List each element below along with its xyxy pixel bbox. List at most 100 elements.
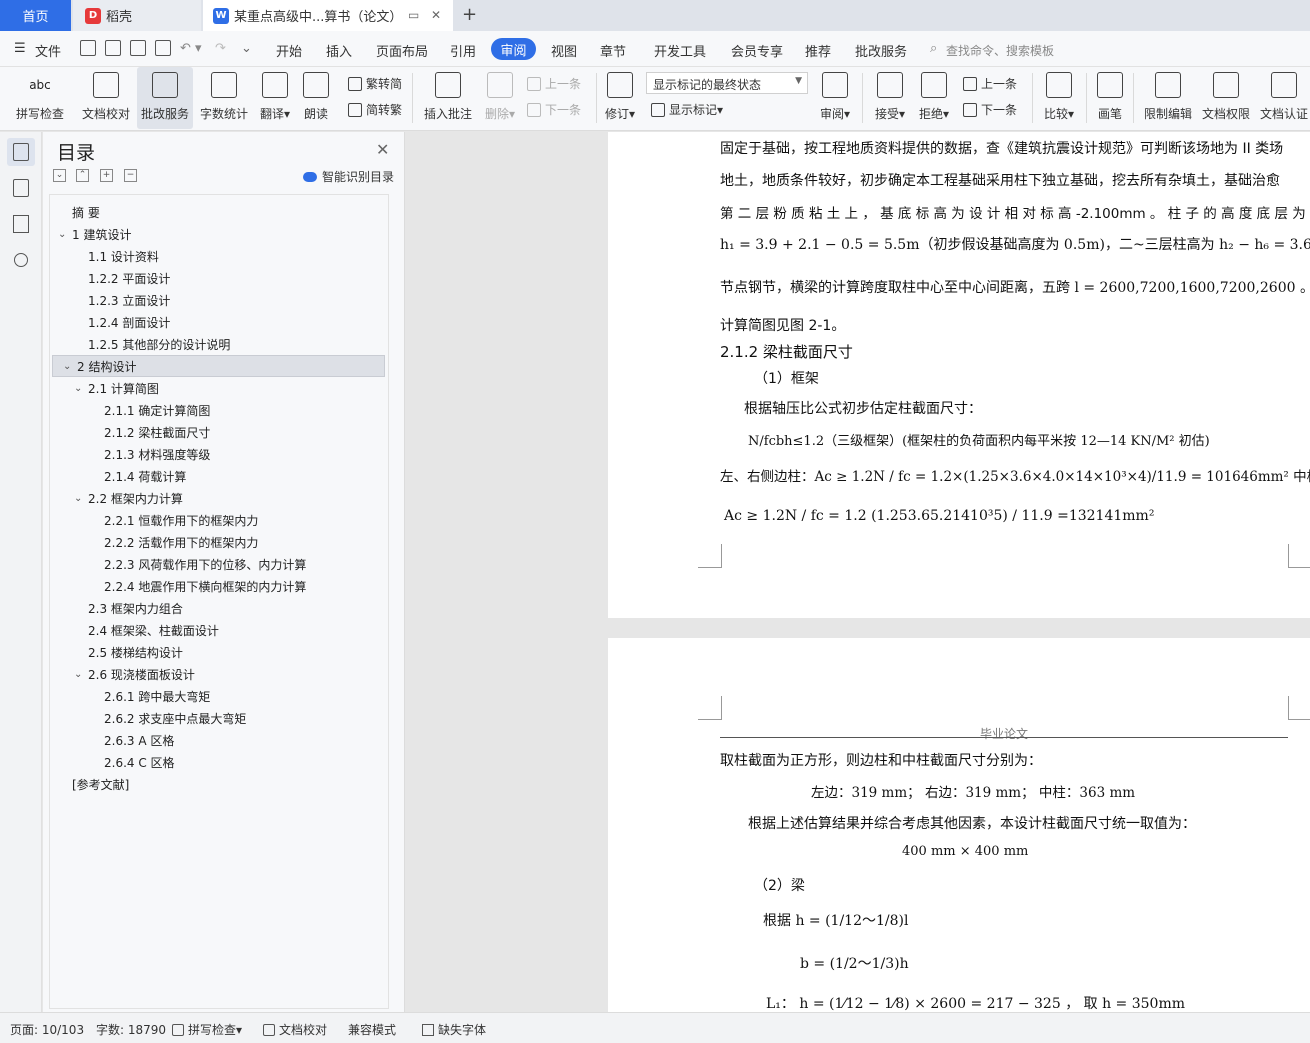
tab-home[interactable]: 首页 xyxy=(0,0,71,31)
toc-item[interactable]: 2.2.4 地震作用下横向框架的内力计算 xyxy=(50,575,306,597)
toc-item[interactable]: 2.6.4 C 区格 xyxy=(50,751,175,773)
toc-item[interactable]: 1.1 设计资料 xyxy=(50,245,159,267)
spell-check-button[interactable]: abc 拼写检查 xyxy=(10,67,70,129)
revise-button[interactable]: 修订▾ xyxy=(601,67,639,129)
doc-cert-button[interactable]: 文档认证 xyxy=(1258,67,1310,129)
print-preview-icon[interactable] xyxy=(155,40,171,56)
missing-font[interactable]: 缺失字体 xyxy=(422,1021,486,1038)
toc-item[interactable]: 1.2.3 立面设计 xyxy=(50,289,170,311)
hamburger-icon[interactable]: ☰ xyxy=(14,41,26,56)
status-doc-proof[interactable]: 文档校对 xyxy=(263,1021,327,1038)
next-change-button[interactable]: 下一条 xyxy=(963,101,1017,118)
add-item-icon[interactable]: + xyxy=(100,169,113,182)
toc-item[interactable]: ⌄ 2.1 计算简图 xyxy=(50,377,159,399)
markup-state-select[interactable]: 显示标记的最终状态 ▼ xyxy=(646,72,808,94)
to-simplified-button[interactable]: 繁转简 xyxy=(348,75,402,92)
menu-correction[interactable]: 批改服务 xyxy=(855,41,907,60)
next-comment-button[interactable]: 下一条 xyxy=(527,101,581,118)
toc-item[interactable]: 2.2.2 活载作用下的框架内力 xyxy=(50,531,258,553)
chapter-nav-button[interactable] xyxy=(7,174,35,202)
toc-item[interactable]: 1.2.2 平面设计 xyxy=(50,267,170,289)
menu-view[interactable]: 视图 xyxy=(551,41,577,60)
new-tab-icon[interactable]: + xyxy=(462,4,477,25)
delete-comment-button[interactable]: 删除▾ xyxy=(481,67,519,129)
show-markup-button[interactable]: 显示标记 ▾ xyxy=(651,101,723,118)
document-page[interactable]: 固定于基础，按工程地质资料提供的数据，查《建筑抗震设计规范》可判断该场地为 II… xyxy=(608,132,1310,618)
menu-review[interactable]: 审阅 xyxy=(491,38,536,60)
toc-item[interactable]: 1.2.4 剖面设计 xyxy=(50,311,170,333)
redo-icon[interactable]: ↷ xyxy=(215,41,226,56)
prev-comment-button[interactable]: 上一条 xyxy=(527,75,581,92)
remove-item-icon[interactable]: − xyxy=(124,169,137,182)
menu-references[interactable]: 引用 xyxy=(450,41,476,60)
monitor-icon[interactable]: ▭ xyxy=(408,8,419,22)
status-spell-check[interactable]: 拼写检查 ▾ xyxy=(172,1021,242,1038)
word-count-button[interactable]: 字数统计 xyxy=(197,67,251,129)
toc-item[interactable]: 2.5 楼梯结构设计 xyxy=(50,641,183,663)
toc-item[interactable]: 2.6.2 求支座中点最大弯矩 xyxy=(50,707,246,729)
correction-service-button[interactable]: 批改服务 xyxy=(137,67,193,129)
undo-icon[interactable]: ↶ ▾ xyxy=(180,41,202,56)
bookmark-button[interactable] xyxy=(7,210,35,238)
read-aloud-button[interactable]: 朗读 xyxy=(299,67,333,129)
toc-item[interactable]: ⌄ 2.6 现浇楼面板设计 xyxy=(50,663,195,685)
toc-item[interactable]: 2.1.4 荷载计算 xyxy=(50,465,186,487)
menu-developer[interactable]: 开发工具 xyxy=(654,41,706,60)
menu-chapter[interactable]: 章节 xyxy=(600,41,626,60)
chevron-down-icon[interactable]: ⌄ xyxy=(74,493,88,504)
find-button[interactable] xyxy=(7,246,35,274)
toc-item[interactable]: 2.6.1 跨中最大弯矩 xyxy=(50,685,210,707)
toc-item[interactable]: 2.4 框架梁、柱截面设计 xyxy=(50,619,219,641)
doc-proof-button[interactable]: 文档校对 xyxy=(78,67,134,129)
toc-item[interactable]: 1.2.5 其他部分的设计说明 xyxy=(50,333,230,355)
menu-file[interactable]: 文件 xyxy=(35,41,61,60)
export-pdf-icon[interactable] xyxy=(105,40,121,56)
toc-item[interactable]: 2.1.1 确定计算简图 xyxy=(50,399,210,421)
toc-panel-button[interactable] xyxy=(7,138,35,166)
menu-insert[interactable]: 插入 xyxy=(326,41,352,60)
toc-item[interactable]: 2.1.2 梁柱截面尺寸 xyxy=(50,421,210,443)
toc-item[interactable]: ⌄ 2 结构设计 xyxy=(52,355,385,377)
reject-button[interactable]: 拒绝▾ xyxy=(915,67,953,129)
document-area[interactable]: 固定于基础，按工程地质资料提供的数据，查《建筑抗震设计规范》可判断该场地为 II… xyxy=(406,132,1310,1012)
page-indicator[interactable]: 页面: 10/103 xyxy=(10,1021,84,1038)
save-icon[interactable] xyxy=(80,40,96,56)
toc-item[interactable]: ⌄ 2.2 框架内力计算 xyxy=(50,487,183,509)
translate-button[interactable]: 翻译▾ xyxy=(256,67,294,129)
toc-item[interactable]: [参考文献] xyxy=(50,773,129,795)
toc-item[interactable]: 2.6.3 A 区格 xyxy=(50,729,174,751)
tab-daoke[interactable]: D 稻壳 xyxy=(73,0,201,31)
to-traditional-button[interactable]: 简转繁 xyxy=(348,101,402,118)
menu-home[interactable]: 开始 xyxy=(276,41,302,60)
chevron-down-icon[interactable]: ⌄ xyxy=(74,383,88,394)
doc-permission-button[interactable]: 文档权限 xyxy=(1199,67,1253,129)
chevron-down-icon[interactable]: ⌄ xyxy=(63,361,77,372)
toc-item[interactable]: 摘 要 xyxy=(50,201,100,223)
close-icon[interactable]: ✕ xyxy=(376,140,389,159)
menu-recommend[interactable]: 推荐 xyxy=(805,41,831,60)
prev-change-button[interactable]: 上一条 xyxy=(963,75,1017,92)
menu-member[interactable]: 会员专享 xyxy=(731,41,783,60)
menu-layout[interactable]: 页面布局 xyxy=(376,41,428,60)
chevron-down-icon[interactable]: ⌄ xyxy=(74,669,88,680)
customize-icon[interactable]: ⌄ xyxy=(241,41,252,56)
collapse-all-icon[interactable]: ⌄ xyxy=(53,169,66,182)
compare-button[interactable]: 比较▾ xyxy=(1040,67,1078,129)
toc-item[interactable]: 2.2.1 恒载作用下的框架内力 xyxy=(50,509,258,531)
insert-comment-button[interactable]: 插入批注 xyxy=(421,67,475,129)
accept-button[interactable]: 接受▾ xyxy=(871,67,909,129)
toc-item[interactable]: 2.1.3 材料强度等级 xyxy=(50,443,210,465)
toc-item[interactable]: 2.2.3 风荷载作用下的位移、内力计算 xyxy=(50,553,306,575)
toc-item[interactable]: ⌄ 1 建筑设计 xyxy=(50,223,131,245)
restrict-edit-button[interactable]: 限制编辑 xyxy=(1141,67,1195,129)
print-icon[interactable] xyxy=(130,40,146,56)
expand-up-icon[interactable]: ⌃ xyxy=(76,169,89,182)
toc-item[interactable]: 2.3 框架内力组合 xyxy=(50,597,183,619)
review-pane-button[interactable]: 审阅▾ xyxy=(815,67,855,129)
tab-document[interactable]: W 某重点高级中...算书（论文） ▭ ✕ xyxy=(203,0,453,31)
command-search[interactable]: 查找命令、搜索模板 xyxy=(946,42,1054,59)
smart-toc-button[interactable]: 智能识别目录 xyxy=(303,168,394,185)
word-count[interactable]: 字数: 18790 xyxy=(96,1021,166,1038)
document-page[interactable]: 毕业论文 取柱截面为正方形，则边柱和中柱截面尺寸分别为： 左边：319 mm； … xyxy=(608,638,1310,1012)
close-tab-icon[interactable]: ✕ xyxy=(431,8,441,22)
